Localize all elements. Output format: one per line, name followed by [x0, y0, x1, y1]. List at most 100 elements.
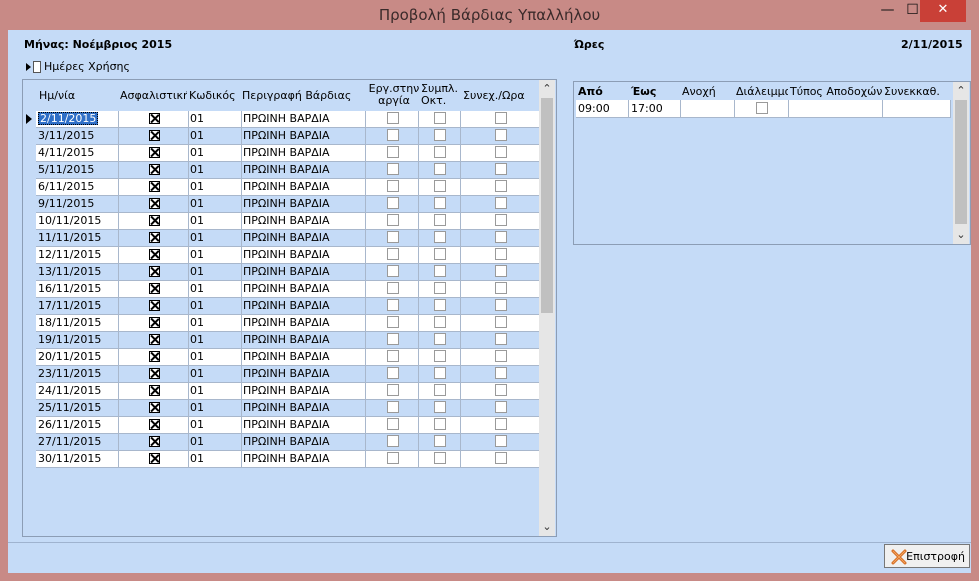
col-tolerance[interactable]: Ανοχή [680, 83, 734, 100]
col-continuous[interactable]: Συνεχ./Ωρα [461, 89, 529, 102]
insurance-checkbox-cell[interactable] [119, 451, 189, 468]
checked-box-icon[interactable] [149, 129, 160, 141]
insurance-checkbox-cell[interactable] [119, 417, 189, 434]
checkbox-icon[interactable] [386, 384, 399, 396]
cont-checkbox-cell[interactable] [460, 400, 540, 417]
eight-checkbox-cell[interactable] [418, 247, 461, 264]
holiday-checkbox-cell[interactable] [365, 366, 419, 383]
checked-box-icon[interactable] [149, 112, 160, 124]
shift-row[interactable]: 5/11/2015 01 ΠΡΩΙΝΗ ΒΑΡΔΙΑ [36, 162, 540, 179]
checkbox-icon[interactable] [386, 248, 399, 260]
cont-checkbox-cell[interactable] [460, 230, 540, 247]
shift-row[interactable]: 12/11/2015 01 ΠΡΩΙΝΗ ΒΑΡΔΙΑ [36, 247, 540, 264]
cont-checkbox-cell[interactable] [460, 281, 540, 298]
eight-checkbox-cell[interactable] [418, 111, 461, 128]
scroll-down-icon[interactable]: ⌄ [953, 226, 969, 243]
checkbox-icon[interactable] [494, 384, 507, 396]
checkbox-icon[interactable] [386, 316, 399, 328]
scroll-thumb[interactable] [955, 100, 967, 224]
hours-from-cell[interactable]: 09:00 [576, 100, 629, 118]
cont-checkbox-cell[interactable] [460, 196, 540, 213]
eight-checkbox-cell[interactable] [418, 434, 461, 451]
holiday-checkbox-cell[interactable] [365, 145, 419, 162]
shift-date-cell[interactable]: 9/11/2015 [36, 196, 119, 213]
checkbox-icon[interactable] [434, 197, 446, 209]
shift-row[interactable]: 24/11/2015 01 ΠΡΩΙΝΗ ΒΑΡΔΙΑ [36, 383, 540, 400]
cont-checkbox-cell[interactable] [460, 417, 540, 434]
eight-checkbox-cell[interactable] [418, 179, 461, 196]
eight-checkbox-cell[interactable] [418, 128, 461, 145]
shift-code-cell[interactable]: 01 [188, 349, 242, 366]
hours-row[interactable]: 09:00 17:00 [576, 100, 951, 118]
shift-date-cell[interactable]: 30/11/2015 [36, 451, 119, 468]
insurance-checkbox-cell[interactable] [119, 162, 189, 179]
col-code[interactable]: Κωδικός [187, 89, 239, 102]
shift-row[interactable]: 16/11/2015 01 ΠΡΩΙΝΗ ΒΑΡΔΙΑ [36, 281, 540, 298]
insurance-checkbox-cell[interactable] [119, 264, 189, 281]
checkbox-icon[interactable] [494, 231, 507, 243]
insurance-checkbox-cell[interactable] [119, 111, 189, 128]
shift-date-cell[interactable]: 23/11/2015 [36, 366, 119, 383]
shift-row[interactable]: 2/11/2015 01 ΠΡΩΙΝΗ ΒΑΡΔΙΑ [36, 111, 540, 128]
checkbox-icon[interactable] [386, 435, 399, 447]
hours-to-cell[interactable]: 17:00 [629, 100, 681, 118]
shift-row[interactable]: 3/11/2015 01 ΠΡΩΙΝΗ ΒΑΡΔΙΑ [36, 128, 540, 145]
col-break[interactable]: Διάλειμμα [734, 83, 788, 100]
insurance-checkbox-cell[interactable] [119, 247, 189, 264]
shift-code-cell[interactable]: 01 [188, 145, 242, 162]
insurance-checkbox-cell[interactable] [119, 366, 189, 383]
checkbox-icon[interactable] [494, 452, 507, 464]
checkbox-icon[interactable] [494, 418, 507, 430]
holiday-checkbox-cell[interactable] [365, 162, 419, 179]
shift-code-cell[interactable]: 01 [188, 247, 242, 264]
scroll-thumb[interactable] [541, 98, 553, 313]
checkbox-icon[interactable] [386, 112, 399, 124]
eight-checkbox-cell[interactable] [418, 281, 461, 298]
checkbox-icon[interactable] [386, 129, 399, 141]
insurance-checkbox-cell[interactable] [119, 179, 189, 196]
break-checkbox-cell[interactable] [734, 100, 789, 118]
holiday-checkbox-cell[interactable] [365, 315, 419, 332]
shift-code-cell[interactable]: 01 [188, 315, 242, 332]
shift-date-cell[interactable]: 6/11/2015 [36, 179, 119, 196]
insurance-checkbox-cell[interactable] [119, 349, 189, 366]
shift-date-cell[interactable]: 20/11/2015 [36, 349, 119, 366]
checkbox-icon[interactable] [756, 102, 768, 114]
holiday-checkbox-cell[interactable] [365, 230, 419, 247]
shift-description-cell[interactable]: ΠΡΩΙΝΗ ΒΑΡΔΙΑ [241, 247, 366, 264]
checkbox-icon[interactable] [494, 197, 507, 209]
holiday-checkbox-cell[interactable] [365, 111, 419, 128]
holiday-checkbox-cell[interactable] [365, 281, 419, 298]
shift-code-cell[interactable]: 01 [188, 298, 242, 315]
checked-box-icon[interactable] [149, 299, 160, 311]
eight-checkbox-cell[interactable] [418, 349, 461, 366]
shift-row[interactable]: 27/11/2015 01 ΠΡΩΙΝΗ ΒΑΡΔΙΑ [36, 434, 540, 451]
shift-row[interactable]: 4/11/2015 01 ΠΡΩΙΝΗ ΒΑΡΔΙΑ [36, 145, 540, 162]
scroll-down-icon[interactable]: ⌄ [539, 518, 555, 535]
cont-checkbox-cell[interactable] [460, 366, 540, 383]
shift-date-cell[interactable]: 11/11/2015 [36, 230, 119, 247]
checkbox-icon[interactable] [434, 333, 446, 345]
checkbox-icon[interactable] [386, 401, 399, 413]
checkbox-icon[interactable] [494, 248, 507, 260]
checkbox-icon[interactable] [434, 163, 446, 175]
insurance-checkbox-cell[interactable] [119, 281, 189, 298]
cont-checkbox-cell[interactable] [460, 332, 540, 349]
checkbox-icon[interactable] [494, 282, 507, 294]
checked-box-icon[interactable] [149, 435, 160, 447]
checked-box-icon[interactable] [149, 163, 160, 175]
shift-description-cell[interactable]: ΠΡΩΙΝΗ ΒΑΡΔΙΑ [241, 451, 366, 468]
shift-description-cell[interactable]: ΠΡΩΙΝΗ ΒΑΡΔΙΑ [241, 366, 366, 383]
shift-row[interactable]: 18/11/2015 01 ΠΡΩΙΝΗ ΒΑΡΔΙΑ [36, 315, 540, 332]
checkbox-icon[interactable] [386, 214, 399, 226]
checkbox-icon[interactable] [386, 418, 399, 430]
cont-checkbox-cell[interactable] [460, 247, 540, 264]
shift-description-cell[interactable]: ΠΡΩΙΝΗ ΒΑΡΔΙΑ [241, 196, 366, 213]
shift-description-cell[interactable]: ΠΡΩΙΝΗ ΒΑΡΔΙΑ [241, 264, 366, 281]
checkbox-icon[interactable] [434, 265, 446, 277]
checkbox-icon[interactable] [434, 231, 446, 243]
checkbox-icon[interactable] [386, 333, 399, 345]
shift-date-cell[interactable]: 10/11/2015 [36, 213, 119, 230]
checkbox-icon[interactable] [434, 112, 446, 124]
insurance-checkbox-cell[interactable] [119, 315, 189, 332]
